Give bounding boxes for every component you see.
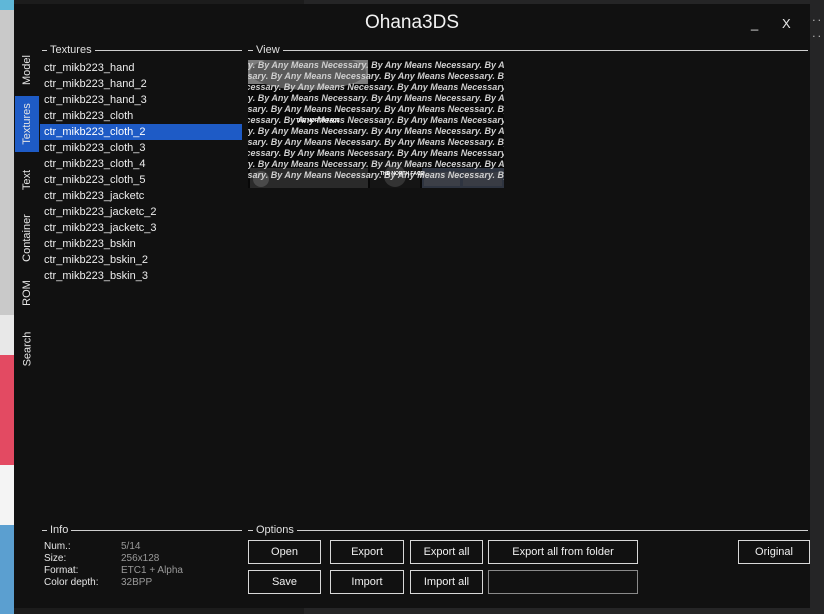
texture-list-item[interactable]: ctr_mikb223_bskin [40, 236, 242, 252]
texture-text-line: Necessary. By Any Means Necessary. By An… [248, 148, 504, 158]
save-button[interactable]: Save [248, 570, 321, 594]
texture-text-line: Necessary. By Any Means Necessary. By An… [248, 137, 504, 147]
texture-list-item[interactable]: ctr_mikb223_jacketc_2 [40, 204, 242, 220]
texture-list-item[interactable]: ctr_mikb223_jacketc [40, 188, 242, 204]
info-row-color-depth: Color depth: 32BPP [44, 577, 183, 589]
tab-label: Container [21, 214, 34, 262]
tab-label: Search [21, 331, 34, 367]
tab-label: Textures [21, 103, 34, 145]
texture-text-line: Necessary. By Any Means Necessary. By An… [248, 159, 504, 169]
view-group-label: View [253, 43, 283, 57]
tab-rom[interactable]: ROM [15, 274, 39, 312]
tab-model[interactable]: Model [15, 46, 39, 94]
export-all-button[interactable]: Export all [410, 540, 483, 564]
window-title: Ohana3DS [364, 12, 459, 33]
texture-list-item[interactable]: ctr_mikb223_bskin_3 [40, 268, 242, 284]
info-group-label: Info [47, 523, 72, 537]
info-value: 32BPP [121, 577, 153, 588]
options-group-label: Options [253, 523, 297, 537]
view-group: View [248, 43, 808, 57]
info-row-size: Size: 256x128 [44, 553, 183, 565]
texture-text-line: Necessary. By Any Means Necessary. By An… [248, 82, 504, 92]
texture-list-item[interactable]: ctr_mikb223_bskin_2 [40, 252, 242, 268]
info-row-format: Format: ETC1 + Alpha [44, 565, 183, 577]
info-panel: Num.: 5/14 Size: 256x128 Format: ETC1 + Alp… [44, 541, 183, 589]
texture-text-line: Necessary. By Any Means Necessary. By An… [248, 71, 504, 81]
minimize-button[interactable]: _ [751, 16, 758, 31]
info-key: Num.: [44, 541, 71, 552]
textures-group-label: Textures [47, 43, 95, 57]
open-button[interactable]: Open [248, 540, 321, 564]
texture-list-item[interactable]: ctr_mikb223_hand [40, 60, 242, 76]
original-button[interactable]: Original [738, 540, 810, 564]
close-button[interactable]: X [782, 16, 791, 31]
texture-text-line: Necessary. By Any Means Necessary. By An… [248, 115, 504, 125]
texture-list-item[interactable]: ctr_mikb223_cloth [40, 108, 242, 124]
texture-text-line: Necessary. By Any Means Necessary. By An… [248, 93, 504, 103]
info-value: 256x128 [121, 553, 160, 564]
tab-text[interactable]: Text [15, 162, 39, 198]
import-all-button[interactable]: Import all [410, 570, 483, 594]
info-group: Info [42, 523, 242, 537]
logo-mark: THE NORTH FACE [296, 118, 341, 124]
tab-label: ROM [21, 280, 34, 306]
import-button[interactable]: Import [330, 570, 404, 594]
info-value: 5/14 [121, 541, 141, 552]
app-window: Ohana3DS _ X Model Textures Text Contain… [14, 4, 810, 608]
info-value: ETC1 + Alpha [121, 565, 183, 576]
tab-container[interactable]: Container [15, 206, 39, 270]
texture-list-item[interactable]: ctr_mikb223_cloth_2 [40, 124, 242, 140]
texture-list-item[interactable]: ctr_mikb223_cloth_3 [40, 140, 242, 156]
tab-label: Text [21, 169, 33, 191]
info-key: Size: [44, 553, 67, 564]
texture-text-line: Necessary. By Any Means Necessary. By An… [248, 126, 504, 136]
logo-mark: THE NORTH FACE [380, 171, 425, 177]
desktop-background-left [0, 0, 14, 614]
info-row-num: Num.: 5/14 [44, 541, 183, 553]
info-key: Color depth: [44, 577, 99, 588]
export-button[interactable]: Export [330, 540, 404, 564]
texture-text-line: Necessary. By Any Means Necessary. By An… [248, 170, 504, 180]
blank-button[interactable] [488, 570, 638, 594]
texture-text-line: Necessary. By Any Means Necessary. By An… [248, 104, 504, 114]
texture-list-item[interactable]: ctr_mikb223_hand_2 [40, 76, 242, 92]
texture-list-item[interactable]: ctr_mikb223_cloth_5 [40, 172, 242, 188]
info-key: Format: [44, 565, 79, 576]
texture-list-item[interactable]: ctr_mikb223_cloth_4 [40, 156, 242, 172]
export-all-from-folder-button[interactable]: Export all from folder [488, 540, 638, 564]
texture-list-item[interactable]: ctr_mikb223_jacketc_3 [40, 220, 242, 236]
options-group: Options [248, 523, 808, 537]
tab-textures[interactable]: Textures [15, 96, 39, 152]
tab-label: Model [21, 55, 33, 85]
tab-search[interactable]: Search [15, 324, 39, 374]
texture-preview: Necessary. By Any Means Necessary. By An… [248, 60, 504, 188]
textures-group: Textures [42, 43, 242, 57]
texture-list-item[interactable]: ctr_mikb223_hand_3 [40, 92, 242, 108]
texture-list: ctr_mikb223_hand ctr_mikb223_hand_2 ctr_mi… [40, 60, 242, 284]
texture-text-line: Necessary. By Any Means Necessary. By An… [248, 60, 504, 70]
